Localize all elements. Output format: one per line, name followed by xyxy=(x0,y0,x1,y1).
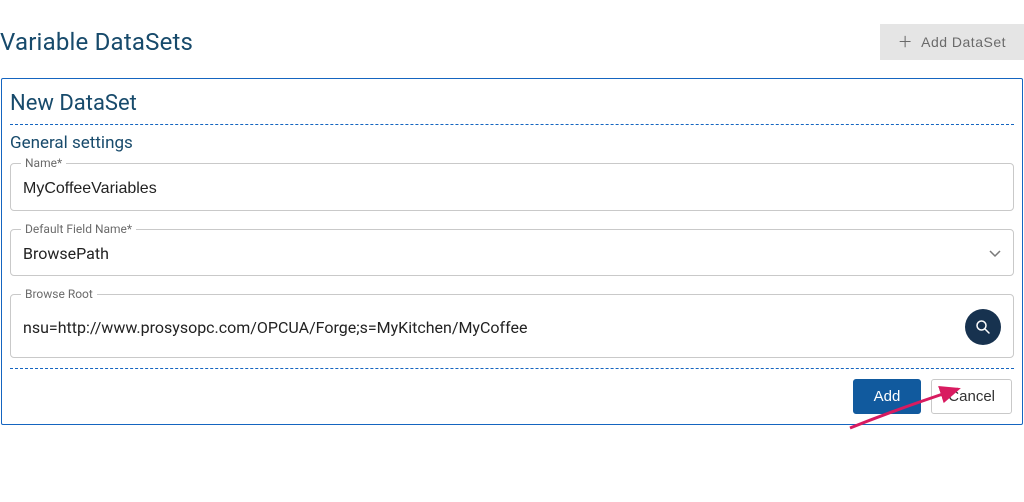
plus-icon: ＋ xyxy=(898,35,914,50)
name-label: Name* xyxy=(21,156,66,170)
default-field-name-label: Default Field Name* xyxy=(21,222,136,236)
browse-root-value: nsu=http://www.prosysopc.com/OPCUA/Forge… xyxy=(23,318,965,337)
add-button[interactable]: Add xyxy=(853,379,922,414)
section-title: General settings xyxy=(10,133,1014,163)
add-dataset-button[interactable]: ＋ Add DataSet xyxy=(880,24,1024,60)
default-field-name-value: BrowsePath xyxy=(23,244,989,263)
page-header: Variable DataSets ＋ Add DataSet xyxy=(0,0,1024,78)
browse-root-label: Browse Root xyxy=(21,287,97,301)
browse-search-button[interactable] xyxy=(965,309,1001,345)
default-field-name-wrapper[interactable]: Default Field Name* BrowsePath xyxy=(10,229,1014,276)
page-title: Variable DataSets xyxy=(0,28,193,56)
new-dataset-panel: New DataSet General settings Name* Defau… xyxy=(1,78,1023,425)
add-dataset-button-label: Add DataSet xyxy=(921,34,1006,50)
search-icon xyxy=(974,318,992,336)
divider xyxy=(10,124,1014,125)
chevron-down-icon xyxy=(989,250,1001,258)
name-field-wrapper: Name* xyxy=(10,163,1014,211)
name-input[interactable] xyxy=(23,180,1001,198)
cancel-button[interactable]: Cancel xyxy=(931,379,1012,414)
panel-title: New DataSet xyxy=(10,91,1014,124)
panel-footer: Add Cancel xyxy=(10,369,1014,414)
browse-root-wrapper: Browse Root nsu=http://www.prosysopc.com… xyxy=(10,294,1014,358)
